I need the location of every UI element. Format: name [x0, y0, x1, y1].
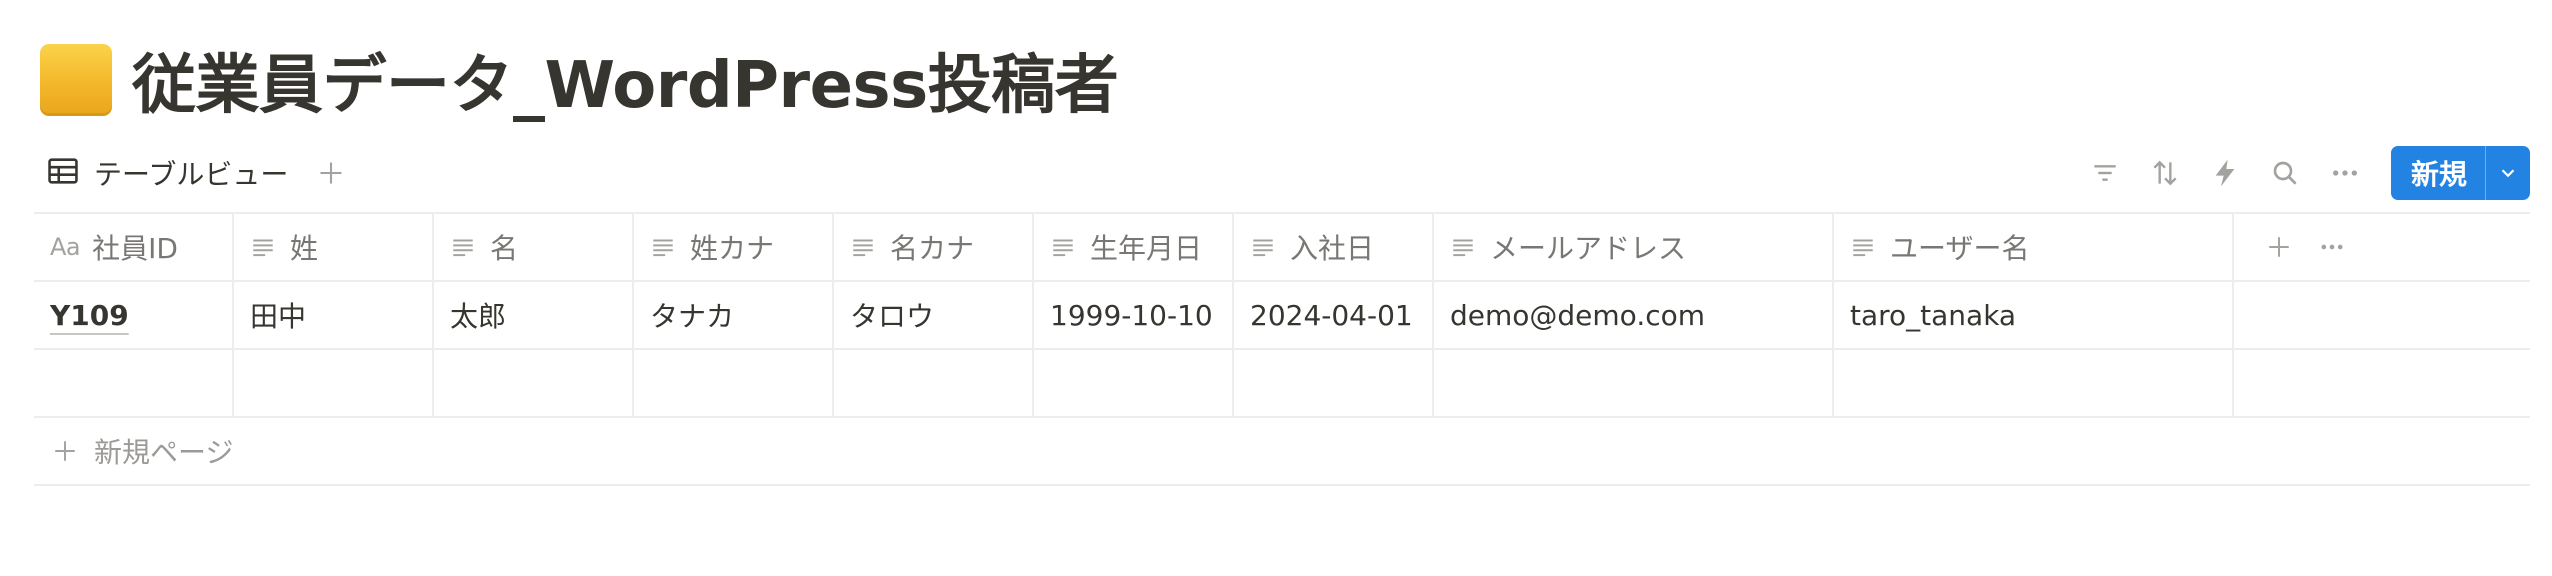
cell-last-name[interactable]: 田中: [234, 282, 434, 348]
text-property-icon: [1050, 234, 1076, 260]
sort-icon: [2153, 160, 2177, 186]
text-property-icon: [1250, 234, 1276, 260]
plus-icon: [52, 438, 78, 464]
cell-last-name-kana[interactable]: タナカ: [634, 282, 834, 348]
cell-empty[interactable]: [634, 350, 834, 416]
column-label: ユーザー名: [1890, 232, 2030, 265]
title-property-icon: Aa: [50, 233, 81, 261]
text-property-icon: [250, 234, 276, 260]
automation-button[interactable]: [2201, 149, 2249, 197]
page-header: 従業員データ_WordPress投稿者: [40, 40, 1119, 123]
cell-birth-date[interactable]: 1999-10-10: [1034, 282, 1234, 348]
cell-first-name-kana[interactable]: タロウ: [834, 282, 1034, 348]
ellipsis-icon: [2321, 244, 2343, 250]
text-property-icon: [650, 234, 676, 260]
cell-empty[interactable]: [434, 350, 634, 416]
add-property-button[interactable]: [2266, 234, 2292, 260]
cell-email[interactable]: demo@demo.com: [1434, 282, 1834, 348]
plus-icon: [320, 162, 342, 184]
ellipsis-icon: [2332, 170, 2357, 176]
lightning-icon: [2215, 159, 2235, 187]
column-header-username[interactable]: ユーザー名: [1834, 214, 2234, 280]
tab-label: テーブルビュー: [94, 158, 289, 191]
column-header-first-name-kana[interactable]: 名カナ: [834, 214, 1034, 280]
database-toolbar: テーブルビュー 新規: [40, 146, 2530, 200]
text-property-icon: [450, 234, 476, 260]
record-title-link[interactable]: Y109: [50, 299, 129, 332]
column-header-first-name[interactable]: 名: [434, 214, 634, 280]
column-label: 姓カナ: [690, 232, 775, 265]
filter-icon: [2094, 165, 2116, 181]
column-label: 姓: [290, 232, 319, 265]
sort-button[interactable]: [2141, 149, 2189, 197]
yellow-square-icon[interactable]: [40, 44, 112, 116]
text-property-icon: [1450, 234, 1476, 260]
new-button-group: 新規: [2390, 146, 2530, 200]
cell-empty[interactable]: [1434, 350, 1834, 416]
table-row[interactable]: Y109 田中 太郎 タナカ タロウ 1999-10-10 2024-04-01…: [34, 282, 2530, 350]
database-table: Aa 社員ID 姓 名 姓カナ 名カナ 生年月日 入社日 メールアドレス ユーザ…: [34, 212, 2530, 486]
chevron-down-icon: [2501, 169, 2515, 178]
cell-empty[interactable]: [1234, 350, 1434, 416]
add-page-button[interactable]: 新規ページ: [34, 418, 2530, 486]
column-header-email[interactable]: メールアドレス: [1434, 214, 1834, 280]
column-label: 名: [490, 232, 519, 265]
cell-empty[interactable]: [234, 350, 434, 416]
cell-employee-id[interactable]: Y109: [34, 282, 234, 348]
more-options-button[interactable]: [2321, 149, 2369, 197]
add-view-button[interactable]: [310, 152, 352, 194]
new-button[interactable]: 新規: [2391, 146, 2485, 200]
column-header-employee-id[interactable]: Aa 社員ID: [34, 214, 234, 280]
property-options-button[interactable]: [2318, 233, 2346, 261]
column-label: 社員ID: [92, 232, 178, 265]
search-button[interactable]: [2261, 149, 2309, 197]
column-header-join-date[interactable]: 入社日: [1234, 214, 1434, 280]
cell-empty[interactable]: [1834, 350, 2234, 416]
cell-empty: [2234, 282, 2530, 348]
search-icon: [2273, 161, 2297, 185]
table-icon: [46, 154, 80, 192]
cell-username[interactable]: taro_tanaka: [1834, 282, 2234, 348]
cell-join-date[interactable]: 2024-04-01: [1234, 282, 1434, 348]
column-header-actions: [2234, 214, 2530, 280]
page-title[interactable]: 従業員データ_WordPress投稿者: [132, 34, 1119, 126]
column-label: 名カナ: [890, 232, 975, 265]
toolbar-actions: 新規: [2069, 146, 2530, 200]
column-label: 入社日: [1290, 232, 1375, 265]
cell-empty[interactable]: [34, 350, 234, 416]
filter-button[interactable]: [2081, 149, 2129, 197]
column-label: メールアドレス: [1490, 232, 1687, 265]
cell-empty[interactable]: [1034, 350, 1234, 416]
column-label: 生年月日: [1090, 232, 1203, 265]
text-property-icon: [850, 234, 876, 260]
table-header-row: Aa 社員ID 姓 名 姓カナ 名カナ 生年月日 入社日 メールアドレス ユーザ…: [34, 212, 2530, 282]
text-property-icon: [1850, 234, 1876, 260]
column-header-last-name[interactable]: 姓: [234, 214, 434, 280]
column-header-birth-date[interactable]: 生年月日: [1034, 214, 1234, 280]
notion-database-page: 従業員データ_WordPress投稿者 テーブルビュー 新規 Aa 社員ID 姓…: [0, 0, 2552, 576]
column-header-last-name-kana[interactable]: 姓カナ: [634, 214, 834, 280]
table-row-empty[interactable]: [34, 350, 2530, 418]
tab-table-view[interactable]: テーブルビュー: [46, 146, 288, 200]
cell-first-name[interactable]: 太郎: [434, 282, 634, 348]
new-dropdown-button[interactable]: [2485, 146, 2530, 200]
add-page-label: 新規ページ: [94, 436, 234, 469]
cell-empty[interactable]: [834, 350, 1034, 416]
cell-empty: [2234, 350, 2530, 416]
plus-icon: [2269, 237, 2289, 257]
